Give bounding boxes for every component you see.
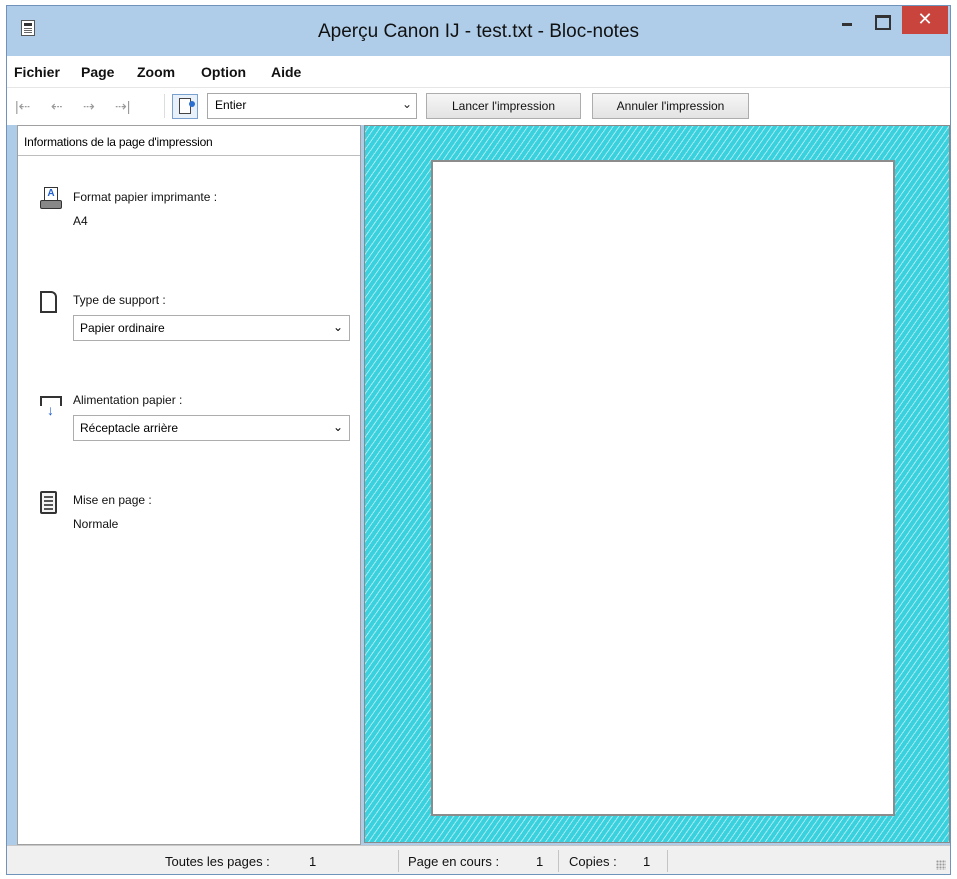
paper-size-label: Format papier imprimante : [73, 190, 218, 204]
media-type-select[interactable]: Papier ordinaire ⌄ [73, 315, 350, 341]
chevron-down-icon: ⌄ [332, 320, 343, 334]
cancel-print-button[interactable]: Annuler l'impression [592, 93, 749, 119]
paper-source-value: Réceptacle arrière [80, 421, 179, 435]
paper-size-value: A4 [73, 214, 88, 228]
resize-grip-icon[interactable] [936, 860, 946, 870]
current-page-value: 1 [536, 854, 544, 869]
status-bar: Toutes les pages : 1 Page en cours : 1 C… [7, 845, 950, 874]
print-info-panel: Informations de la page d'impression A F… [17, 125, 361, 845]
window-title: Aperçu Canon IJ - test.txt - Bloc-notes [317, 21, 640, 42]
app-window: Aperçu Canon IJ - test.txt - Bloc-notes … [6, 5, 951, 875]
preview-page [431, 160, 895, 816]
current-page-label: Page en cours : [408, 854, 500, 869]
layout-label: Mise en page : [73, 493, 152, 507]
panel-header: Informations de la page d'impression [18, 126, 360, 156]
close-button[interactable]: ✕ [902, 6, 948, 34]
chevron-down-icon: ⌄ [332, 420, 343, 434]
paper-icon [40, 291, 57, 313]
all-pages-label: Toutes les pages : [165, 854, 270, 869]
maximize-button[interactable] [866, 6, 896, 34]
copies-label: Copies : [569, 854, 617, 869]
media-type-value: Papier ordinaire [80, 321, 165, 335]
all-pages-value: 1 [309, 854, 317, 869]
chevron-down-icon: ⌄ [401, 97, 412, 111]
paper-tray-icon: ↓ [40, 394, 62, 418]
next-page-icon[interactable]: ⇢ [83, 98, 95, 115]
copies-value: 1 [643, 854, 651, 869]
layout-icon [40, 491, 57, 514]
toolbar: |⇠ ⇠ ⇢ ⇢| Entier ⌄ Lancer l'impression A… [7, 88, 950, 125]
toolbar-separator [164, 94, 165, 118]
menu-aide[interactable]: Aide [271, 64, 301, 80]
zoom-value: Entier [215, 98, 247, 112]
paper-source-label: Alimentation papier : [73, 393, 183, 407]
page-icon[interactable] [172, 94, 198, 119]
print-preview-area[interactable] [364, 125, 950, 843]
menu-zoom[interactable]: Zoom [137, 64, 175, 80]
status-separator [667, 850, 668, 872]
menu-option[interactable]: Option [201, 64, 246, 80]
layout-value: Normale [73, 517, 119, 531]
printer-paper-icon: A [40, 187, 62, 211]
menu-fichier[interactable]: Fichier [14, 64, 60, 80]
title-bar[interactable]: Aperçu Canon IJ - test.txt - Bloc-notes … [7, 6, 950, 56]
menu-bar: Fichier Page Zoom Option Aide [7, 56, 950, 88]
status-separator [398, 850, 399, 872]
zoom-select[interactable]: Entier ⌄ [207, 93, 417, 119]
media-type-label: Type de support : [73, 293, 166, 307]
minimize-button[interactable] [832, 6, 862, 34]
first-page-icon[interactable]: |⇠ [15, 98, 30, 115]
paper-source-select[interactable]: Réceptacle arrière ⌄ [73, 415, 350, 441]
print-button[interactable]: Lancer l'impression [426, 93, 581, 119]
menu-page[interactable]: Page [81, 64, 114, 80]
previous-page-icon[interactable]: ⇠ [51, 98, 63, 115]
last-page-icon[interactable]: ⇢| [115, 98, 130, 115]
status-separator [558, 850, 559, 872]
